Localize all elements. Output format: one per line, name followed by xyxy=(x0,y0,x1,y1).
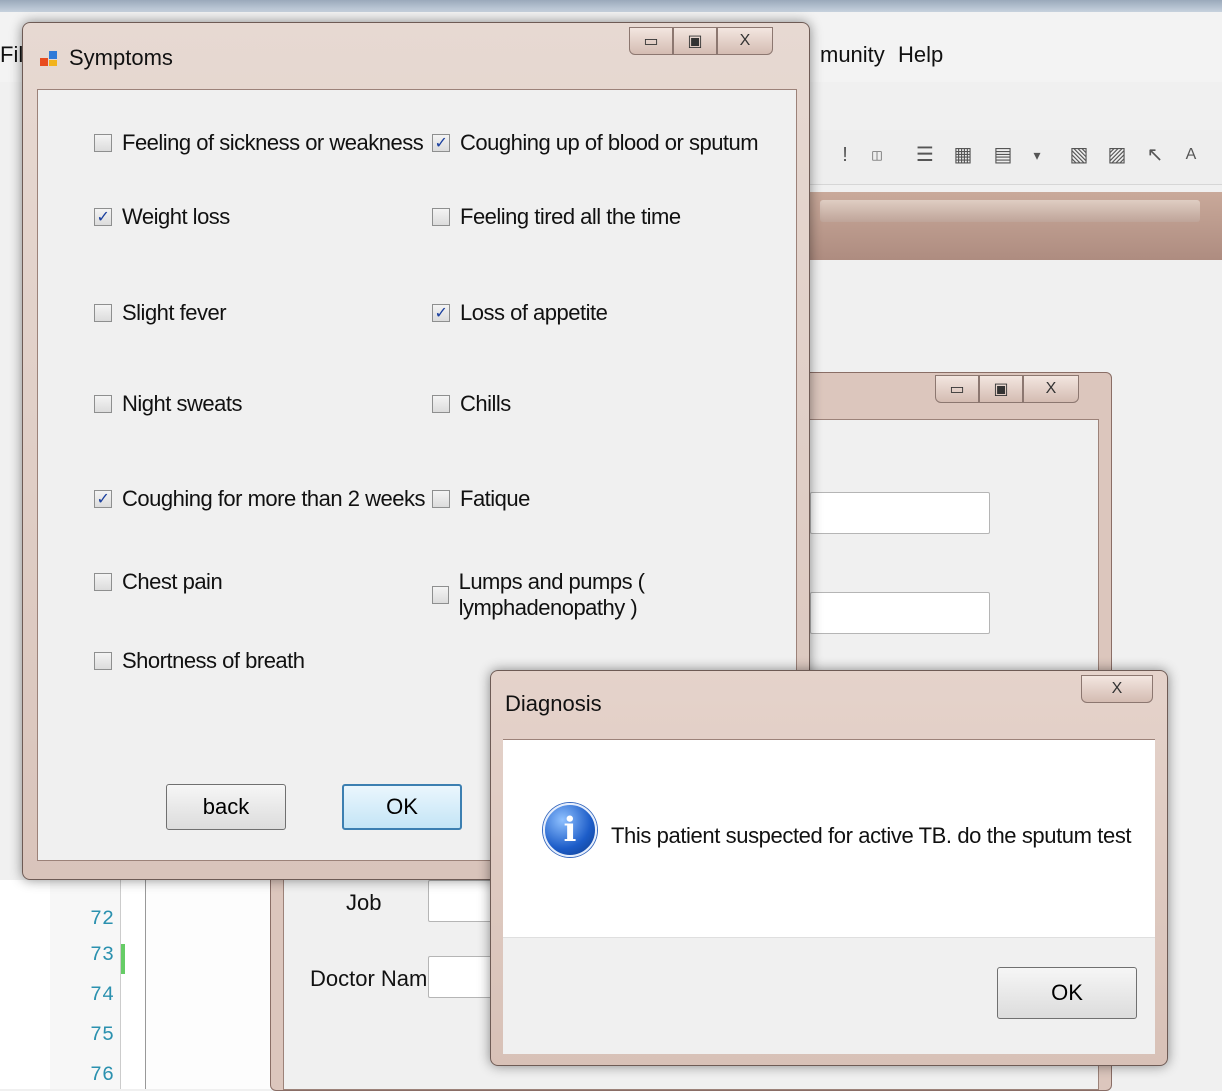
checkbox[interactable] xyxy=(432,490,450,508)
symptom-coughing-blood[interactable]: ✓ Coughing up of blood or sputum xyxy=(432,130,759,156)
symptom-slight-fever[interactable]: Slight fever xyxy=(94,300,227,326)
checkbox[interactable] xyxy=(432,586,449,604)
checkbox[interactable]: ✓ xyxy=(432,304,450,322)
symptom-weight-loss[interactable]: ✓ Weight loss xyxy=(94,204,230,230)
diagnosis-window: Diagnosis X i This patient suspected for… xyxy=(490,670,1168,1066)
checkbox-label: Slight fever xyxy=(122,300,227,325)
symptom-coughing-2-weeks[interactable]: ✓ Coughing for more than 2 weeks xyxy=(94,486,425,512)
patient-window-controls: ▭ ▣ X xyxy=(935,375,1079,403)
change-tracking-bar xyxy=(121,944,125,974)
ide-title-strip xyxy=(0,0,1222,12)
cursor-icon[interactable]: ↖ xyxy=(1142,142,1168,168)
info-icon: i xyxy=(543,803,597,857)
diagnosis-message: This patient suspected for active TB. do… xyxy=(611,823,1132,848)
line-number: 73 xyxy=(90,944,115,967)
properties-icon[interactable]: ▤ xyxy=(990,142,1016,168)
symptom-sickness-weakness[interactable]: Feeling of sickness or weakness xyxy=(94,130,424,156)
symptom-chest-pain[interactable]: Chest pain xyxy=(94,569,223,595)
checkbox-label: Coughing up of blood or sputum xyxy=(460,130,759,155)
close-icon[interactable]: X xyxy=(1081,675,1153,703)
checkbox[interactable] xyxy=(94,573,112,591)
diagnosis-window-controls: X xyxy=(1081,675,1153,703)
maximize-icon[interactable]: ▣ xyxy=(979,375,1023,403)
checkbox-label: Feeling of sickness or weakness xyxy=(122,130,424,155)
checkbox[interactable] xyxy=(94,395,112,413)
patient-field-2[interactable] xyxy=(810,592,990,634)
minimize-icon[interactable]: ▭ xyxy=(629,27,673,55)
menu-file[interactable]: Fil xyxy=(0,42,23,68)
line-number: 76 xyxy=(90,1064,115,1087)
checkbox[interactable] xyxy=(94,304,112,322)
checkbox-label: Shortness of breath xyxy=(122,648,305,673)
diagnosis-ok-button[interactable]: OK xyxy=(997,967,1137,1019)
menu-community[interactable]: munity xyxy=(820,42,885,68)
job-label: Job xyxy=(346,890,382,915)
checkbox-label: Fatique xyxy=(460,486,530,511)
ide-toolbar: ! ◫ ☰ ▦ ▤ ▾ ▧ ▨ ↖ A xyxy=(800,130,1222,185)
symptom-loss-of-appetite[interactable]: ✓ Loss of appetite xyxy=(432,300,608,326)
indent-icon[interactable]: ☰ xyxy=(912,142,938,168)
checkbox-label: Coughing for more than 2 weeks xyxy=(122,486,425,511)
back-button[interactable]: back xyxy=(166,784,286,830)
grid-icon[interactable]: ▦ xyxy=(950,142,976,168)
checkbox[interactable]: ✓ xyxy=(94,208,112,226)
minimize-icon[interactable]: ▭ xyxy=(935,375,979,403)
menu-help[interactable]: Help xyxy=(898,42,943,68)
document-tab[interactable] xyxy=(820,200,1200,222)
checkbox[interactable]: ✓ xyxy=(432,134,450,152)
symptoms-ok-button[interactable]: OK xyxy=(342,784,462,830)
symptoms-title: Symptoms xyxy=(69,45,173,70)
exclamation-icon[interactable]: ! xyxy=(832,142,858,168)
document-tab-strip xyxy=(800,192,1222,260)
line-number: 75 xyxy=(90,1024,115,1047)
checkbox[interactable] xyxy=(432,395,450,413)
symptom-feeling-tired[interactable]: Feeling tired all the time xyxy=(432,204,681,230)
font-icon[interactable]: A xyxy=(1178,142,1204,168)
patient-field-1[interactable] xyxy=(810,492,990,534)
checkbox-label: Lumps and pumps ( lymphadenopathy ) xyxy=(458,569,645,620)
designer-panel xyxy=(145,880,277,1089)
line-number: 74 xyxy=(90,984,115,1007)
app-icon xyxy=(39,49,59,69)
symptom-shortness-of-breath[interactable]: Shortness of breath xyxy=(94,648,305,674)
symptom-night-sweats[interactable]: Night sweats xyxy=(94,391,242,417)
checkbox[interactable]: ✓ xyxy=(94,490,112,508)
checkbox-label: Chills xyxy=(460,391,511,416)
checkbox-label: Loss of appetite xyxy=(460,300,608,325)
diagnosis-title: Diagnosis xyxy=(505,691,602,716)
checkbox[interactable] xyxy=(432,208,450,226)
checkbox-label: Weight loss xyxy=(122,204,230,229)
checkbox-label: Night sweats xyxy=(122,391,242,416)
refactor-icon[interactable]: ▧ xyxy=(1066,142,1092,168)
overflow-icon[interactable]: ▾ xyxy=(1024,142,1050,168)
doctor-name-label: Doctor Name xyxy=(310,966,440,991)
checkbox-label: Chest pain xyxy=(122,569,223,594)
line-number: 72 xyxy=(90,908,115,931)
maximize-icon[interactable]: ▣ xyxy=(673,27,717,55)
sql-icon[interactable]: ◫ xyxy=(864,142,890,168)
close-icon[interactable]: X xyxy=(717,27,773,55)
checkbox[interactable] xyxy=(94,134,112,152)
close-icon[interactable]: X xyxy=(1023,375,1079,403)
symptoms-window-controls: ▭ ▣ X xyxy=(629,27,773,55)
rename-icon[interactable]: ▨ xyxy=(1104,142,1130,168)
checkbox-label: Feeling tired all the time xyxy=(460,204,681,229)
line-number-gutter xyxy=(50,860,121,1089)
symptom-chills[interactable]: Chills xyxy=(432,391,511,417)
checkbox[interactable] xyxy=(94,652,112,670)
symptom-lumps-lymphadenopathy[interactable]: Lumps and pumps ( lymphadenopathy ) xyxy=(432,569,796,621)
symptom-fatigue[interactable]: Fatique xyxy=(432,486,530,512)
